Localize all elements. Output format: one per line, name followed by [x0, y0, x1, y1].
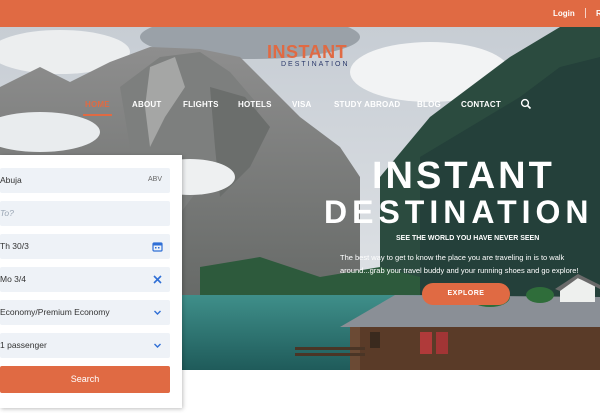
passengers-value: 1 passenger	[0, 340, 47, 350]
passengers-select[interactable]: 1 passenger	[0, 333, 170, 358]
site-logo[interactable]: INSTANT DESTINATION	[263, 42, 350, 72]
to-placeholder: To?	[0, 208, 14, 218]
logo-subtitle: DESTINATION	[281, 61, 350, 68]
login-link[interactable]: Login	[553, 9, 575, 18]
to-field[interactable]: To?	[0, 201, 170, 226]
from-field[interactable]: Abuja ABV	[0, 168, 170, 193]
nav-item-visa[interactable]: VISA	[292, 100, 311, 109]
depart-date-value: Th 30/3	[0, 241, 29, 251]
chevron-down-icon	[154, 310, 161, 315]
hero-title-line2: DESTINATION	[324, 194, 594, 230]
return-date-field[interactable]: Mo 3/4	[0, 267, 170, 292]
cabin-class-value: Economy/Premium Economy	[0, 307, 110, 317]
explore-button[interactable]: EXPLORE	[422, 283, 510, 305]
nav-item-flights[interactable]: FLIGHTS	[183, 100, 219, 109]
nav-item-hotels[interactable]: HOTELS	[238, 100, 272, 109]
nav-item-about[interactable]: ABOUT	[132, 100, 161, 109]
nav-item-home[interactable]: HOME	[85, 100, 110, 109]
depart-date-field[interactable]: Th 30/3	[0, 234, 170, 259]
from-airport-code: ABV	[147, 176, 162, 183]
nav-active-indicator	[83, 114, 112, 116]
logo-wordmark: INSTANT	[267, 42, 348, 62]
topbar-divider	[585, 8, 586, 18]
hero-description: The best way to get to know the place yo…	[340, 253, 579, 275]
register-link[interactable]: R	[596, 9, 600, 18]
chevron-down-icon	[154, 343, 161, 348]
main-nav: HOME ABOUT FLIGHTS HOTELS VISA STUDY ABR…	[0, 97, 600, 117]
nav-item-study-abroad[interactable]: STUDY ABROAD	[334, 100, 400, 109]
return-date-value: Mo 3/4	[0, 274, 26, 284]
nav-item-blog[interactable]: BLOG	[417, 100, 441, 109]
clear-icon[interactable]	[152, 274, 163, 285]
from-value: Abuja	[0, 175, 22, 185]
cabin-class-select[interactable]: Economy/Premium Economy	[0, 300, 170, 325]
top-bar: Login R	[0, 0, 600, 27]
nav-item-contact[interactable]: CONTACT	[461, 100, 501, 109]
search-icon[interactable]	[520, 98, 532, 110]
calendar-icon[interactable]	[152, 241, 163, 252]
hero-title-line1: INSTANT	[372, 155, 555, 197]
hero-tagline: SEE THE WORLD YOU HAVE NEVER SEEN	[396, 235, 540, 242]
search-button[interactable]: Search	[0, 366, 170, 393]
